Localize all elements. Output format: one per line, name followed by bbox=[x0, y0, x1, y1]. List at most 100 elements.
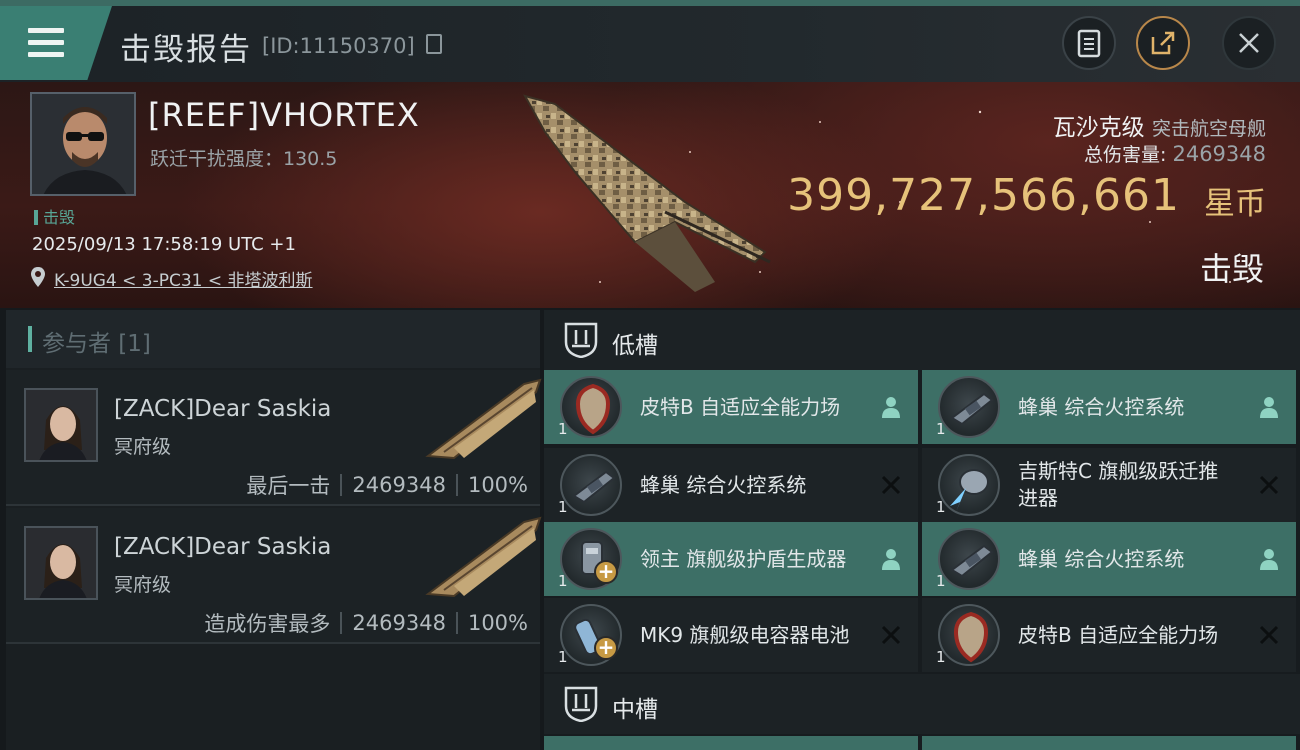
module-qty: 1 bbox=[936, 498, 946, 516]
attacker-role: 最后一击 bbox=[246, 474, 331, 498]
fire-control-icon bbox=[560, 454, 622, 516]
ship-type: 突击航空母舰 bbox=[1151, 118, 1266, 140]
divider bbox=[340, 612, 343, 634]
module-name: 领主 旗舰级护盾生成器 bbox=[640, 546, 847, 571]
module-slot[interactable]: 1 蜂巢 综合火控系统 bbox=[544, 448, 918, 522]
module-slot[interactable]: + 1 MK9 旗舰级电容器电池 bbox=[544, 598, 918, 672]
attacker-name[interactable]: [ZACK]Dear Saskia bbox=[114, 534, 331, 560]
menu-button[interactable] bbox=[0, 6, 112, 80]
armor-plate-icon bbox=[938, 604, 1000, 666]
destroyed-x-icon bbox=[1259, 625, 1279, 645]
attacker-ship-image[interactable] bbox=[424, 516, 542, 602]
participants-title: 参与者 [1] bbox=[42, 331, 151, 357]
fitting-panel: 低槽 1 皮特B 自适应全能力场 1 蜂巢 综合火控系统 1 蜂巢 综合火控系统… bbox=[544, 310, 1300, 750]
top-accent-strip bbox=[0, 0, 1300, 6]
divider bbox=[340, 474, 343, 496]
participants-header: 参与者 [1] bbox=[6, 310, 540, 368]
attacker-percent: 100% bbox=[467, 611, 528, 635]
attacker-name[interactable]: [ZACK]Dear Saskia bbox=[114, 396, 331, 422]
page-title: 击毁报告 bbox=[120, 32, 252, 68]
armor-plate-icon bbox=[560, 376, 622, 438]
victim-portrait[interactable] bbox=[30, 92, 136, 196]
attacker-stats: 造成伤害最多 2469348 100% bbox=[204, 608, 528, 638]
total-damage-label: 总伤害量: bbox=[1084, 144, 1167, 166]
victim-name[interactable]: [REEF]VHORTEX bbox=[148, 96, 420, 134]
low-slot-icon bbox=[564, 322, 598, 358]
total-damage-value: 2469348 bbox=[1172, 142, 1266, 166]
fire-control-icon bbox=[938, 528, 1000, 590]
ship-class: 瓦沙克级 突击航空母舰 bbox=[1053, 108, 1266, 142]
ship-class-name[interactable]: 瓦沙克级 bbox=[1053, 115, 1145, 141]
attacker-avatar[interactable] bbox=[24, 388, 98, 462]
attacker-role: 造成伤害最多 bbox=[204, 612, 331, 636]
avatar bbox=[26, 528, 96, 598]
module-qty: 1 bbox=[936, 572, 946, 590]
add-icon: + bbox=[594, 636, 618, 660]
low-slot-label: 低槽 bbox=[612, 333, 658, 359]
destroyed-x-icon bbox=[881, 625, 901, 645]
mid-slot-label: 中槽 bbox=[612, 697, 658, 723]
attacker-avatar[interactable] bbox=[24, 526, 98, 600]
mid-slot-icon bbox=[564, 686, 598, 722]
warp-disruption-label: 跃迁干扰强度：130.5 bbox=[150, 148, 338, 170]
add-icon: + bbox=[594, 560, 618, 584]
share-icon bbox=[1151, 31, 1175, 55]
attacker-stats: 最后一击 2469348 100% bbox=[246, 470, 528, 500]
attacker-ship-image[interactable] bbox=[424, 378, 542, 464]
fire-control-icon bbox=[938, 376, 1000, 438]
attacker-ship: 冥府级 bbox=[114, 574, 172, 596]
top-bar: 击毁报告 [ID:11150370] bbox=[0, 0, 1300, 82]
hamburger-icon bbox=[28, 28, 64, 33]
victim-banner: [REEF]VHORTEX 跃迁干扰强度：130.5 击毁 2025/09/13… bbox=[0, 82, 1300, 308]
clipboard-button[interactable] bbox=[1062, 16, 1116, 70]
module-qty: 1 bbox=[936, 420, 946, 438]
module-qty: 1 bbox=[558, 572, 568, 590]
dropped-person-icon bbox=[882, 549, 900, 570]
close-icon bbox=[1239, 33, 1259, 53]
hamburger-icon-line bbox=[28, 40, 64, 45]
module-name: 皮特B 自适应全能力场 bbox=[1018, 622, 1219, 647]
victim-ship-image[interactable] bbox=[515, 92, 785, 302]
attacker-row[interactable]: [ZACK]Dear Saskia 冥府级 造成伤害最多 2469348 100… bbox=[6, 508, 542, 644]
dropped-person-icon bbox=[1260, 549, 1278, 570]
copy-id-icon[interactable] bbox=[426, 34, 442, 54]
close-button[interactable] bbox=[1222, 16, 1276, 70]
kill-result: 击毁 bbox=[1199, 250, 1264, 288]
attacker-row[interactable]: [ZACK]Dear Saskia 冥府级 最后一击 2469348 100% bbox=[6, 370, 542, 506]
module-slot[interactable] bbox=[544, 736, 918, 750]
attacker-ship: 冥府级 bbox=[114, 436, 172, 458]
hamburger-icon-line bbox=[28, 52, 64, 57]
destroyed-x-icon bbox=[1259, 475, 1279, 495]
module-name: 吉斯特C 旗舰级跃迁推进器 bbox=[1018, 459, 1219, 510]
kill-timestamp: 2025/09/13 17:58:19 UTC +1 bbox=[32, 234, 296, 255]
attacker-percent: 100% bbox=[467, 473, 528, 497]
module-slot[interactable]: 1 蜂巢 综合火控系统 bbox=[922, 522, 1296, 596]
module-qty: 1 bbox=[558, 420, 568, 438]
isk-value: 399,727,566,661 bbox=[787, 170, 1180, 221]
low-slot-header: 低槽 bbox=[544, 310, 1300, 370]
divider bbox=[455, 474, 458, 496]
module-slot[interactable]: + 1 领主 旗舰级护盾生成器 bbox=[544, 522, 918, 596]
divider bbox=[455, 612, 458, 634]
module-qty: 1 bbox=[558, 648, 568, 666]
module-slot[interactable] bbox=[922, 736, 1296, 750]
module-slot[interactable]: 1 蜂巢 综合火控系统 bbox=[922, 370, 1296, 444]
attacker-damage: 2469348 bbox=[352, 473, 446, 497]
module-slot[interactable]: 1 吉斯特C 旗舰级跃迁推进器 bbox=[922, 448, 1296, 522]
report-id: [ID:11150370] bbox=[262, 34, 415, 58]
isk-unit: 星币 bbox=[1204, 186, 1266, 222]
dropped-person-icon bbox=[1260, 397, 1278, 418]
module-name: 蜂巢 综合火控系统 bbox=[1018, 546, 1185, 571]
total-damage: 总伤害量: 2469348 bbox=[1084, 140, 1266, 167]
location-link[interactable]: K-9UG4 < 3-PC31 < 非塔波利斯 bbox=[54, 266, 313, 291]
destroyed-x-icon bbox=[881, 475, 901, 495]
module-qty: 1 bbox=[558, 498, 568, 516]
header-accent bbox=[28, 326, 32, 352]
module-qty: 1 bbox=[936, 648, 946, 666]
module-name: 蜂巢 综合火控系统 bbox=[1018, 394, 1185, 419]
status-badge: 击毁 bbox=[34, 204, 75, 228]
module-slot[interactable]: 1 皮特B 自适应全能力场 bbox=[544, 370, 918, 444]
share-button[interactable] bbox=[1136, 16, 1190, 70]
module-slot[interactable]: 1 皮特B 自适应全能力场 bbox=[922, 598, 1296, 672]
location-pin-icon bbox=[31, 267, 45, 287]
